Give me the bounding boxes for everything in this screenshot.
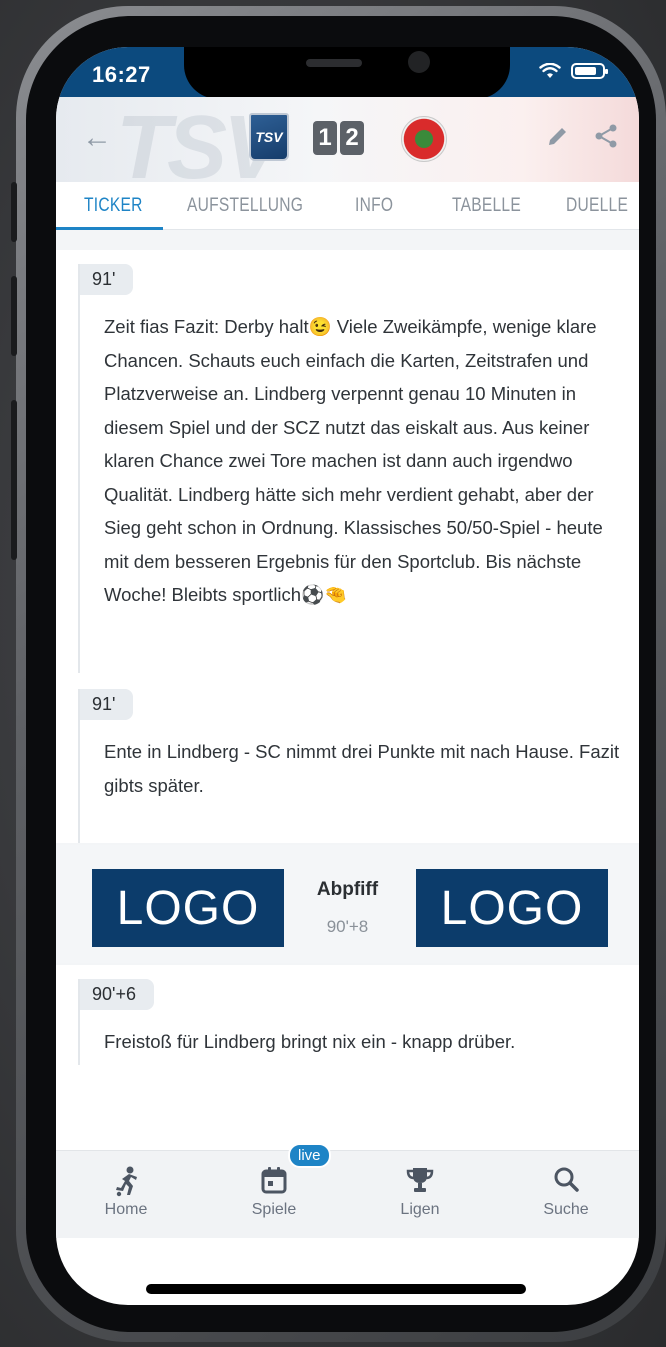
status-time: 16:27 bbox=[92, 62, 151, 87]
wifi-icon bbox=[539, 63, 561, 78]
tab-ticker[interactable]: TICKER bbox=[84, 195, 143, 217]
ticker-entry: 90'+6 Freistoß für Lindberg bringt nix e… bbox=[56, 965, 639, 1115]
camera bbox=[408, 51, 430, 73]
mute-switch bbox=[11, 182, 17, 242]
score-home: 1 bbox=[313, 121, 337, 155]
nav-spiele[interactable]: Spiele bbox=[224, 1165, 324, 1219]
calendar-icon bbox=[224, 1165, 324, 1201]
final-whistle-banner: LOGO Abpfiff 90'+8 LOGO bbox=[56, 845, 639, 963]
ticker-text: Ente in Lindberg - SC nimmt drei Punkte … bbox=[104, 741, 620, 796]
ticker-feed: 91' Zeit fias Fazit: Derby halt😉 Viele Z… bbox=[56, 230, 639, 1115]
ticker-minute: 91' bbox=[80, 689, 134, 720]
ticker-text: Zeit fias Fazit: Derby halt😉 Viele Zweik… bbox=[104, 316, 603, 605]
ticker-entry-body: 90'+6 Freistoß für Lindberg bringt nix e… bbox=[78, 979, 621, 1065]
header-actions bbox=[545, 123, 619, 149]
volume-down-button bbox=[11, 400, 17, 560]
nav-suche[interactable]: Suche bbox=[516, 1165, 616, 1219]
ticker-text: Freistoß für Lindberg bringt nix ein - k… bbox=[104, 1031, 516, 1052]
battery-icon bbox=[571, 63, 608, 79]
ticker-entry-body: 91' Ente in Lindberg - SC nimmt drei Pun… bbox=[78, 689, 621, 843]
ticker-minute: 90'+6 bbox=[80, 979, 154, 1010]
nav-ligen[interactable]: Ligen bbox=[370, 1165, 470, 1219]
tab-tabelle[interactable]: TABELLE bbox=[452, 195, 521, 217]
volume-up-button bbox=[11, 276, 17, 356]
bottom-navigation: Home Spiele live Ligen Suche bbox=[56, 1143, 639, 1238]
tab-aufstellung[interactable]: AUFSTELLUNG bbox=[187, 195, 303, 217]
match-header: TSV ← TSV 1 2 bbox=[56, 97, 639, 198]
home-indicator bbox=[146, 1284, 526, 1294]
away-team-crest[interactable] bbox=[401, 116, 447, 162]
back-arrow-icon[interactable]: ← bbox=[82, 121, 112, 155]
tab-bar: TICKER AUFSTELLUNG INFO TABELLE DUELLE bbox=[56, 182, 639, 230]
ticker-entry: 91' Ente in Lindberg - SC nimmt drei Pun… bbox=[56, 673, 639, 843]
live-badge: live bbox=[288, 1143, 331, 1168]
edit-pencil-icon[interactable] bbox=[545, 123, 571, 149]
trophy-icon bbox=[370, 1165, 470, 1201]
tab-info[interactable]: INFO bbox=[355, 195, 393, 217]
search-icon bbox=[516, 1165, 616, 1201]
app-screen: 16:27 TSV ← TSV 1 2 TICKER AUFSTELLUNG I… bbox=[56, 47, 639, 1305]
home-team-crest[interactable]: TSV bbox=[249, 113, 289, 161]
ticker-entry-body: 91' Zeit fias Fazit: Derby halt😉 Viele Z… bbox=[78, 264, 621, 673]
status-bar: 16:27 bbox=[56, 47, 639, 99]
speaker bbox=[306, 59, 362, 67]
nav-label: Suche bbox=[543, 1201, 589, 1218]
ticker-minute: 91' bbox=[80, 264, 134, 295]
nav-label: Ligen bbox=[400, 1201, 440, 1218]
ticker-entry: 91' Zeit fias Fazit: Derby halt😉 Viele Z… bbox=[56, 250, 639, 673]
status-icons bbox=[539, 63, 608, 79]
scoreboard: 1 2 bbox=[313, 121, 364, 155]
score-away: 2 bbox=[340, 121, 364, 155]
away-logo-placeholder: LOGO bbox=[416, 869, 608, 947]
tab-duelle[interactable]: DUELLE bbox=[566, 195, 628, 217]
nav-label: Spiele bbox=[251, 1201, 297, 1218]
nav-home[interactable]: Home bbox=[76, 1165, 176, 1219]
share-icon[interactable] bbox=[593, 123, 619, 149]
notch bbox=[184, 47, 510, 99]
nav-label: Home bbox=[104, 1201, 148, 1218]
soccer-player-icon bbox=[76, 1165, 176, 1201]
home-crest-letters: TSV bbox=[255, 129, 283, 145]
